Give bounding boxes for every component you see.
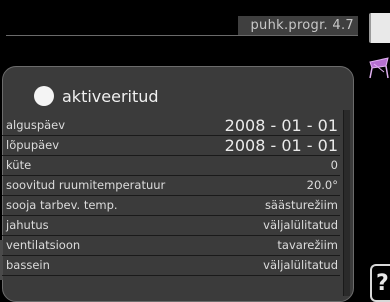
list-item-label: sooja tarbev. temp. [6, 198, 118, 212]
list-item-hot-water[interactable]: sooja tarbev. temp. säästurežiim [2, 196, 340, 216]
list-item-label: alguspäev [6, 118, 66, 132]
list-item-value[interactable]: tavarežiim [277, 238, 338, 252]
list-item-cooling[interactable]: jahutus väljalülitatud [2, 216, 340, 236]
list-item-value[interactable]: 2008 - 01 - 01 [225, 116, 338, 135]
list-item-value[interactable]: väljalülitatud [263, 258, 338, 272]
lounge-chair-icon [369, 57, 389, 79]
list-item-ventilation[interactable]: ventilatsioon tavarežiim [2, 236, 340, 256]
list-item-value[interactable]: 0 [331, 158, 338, 172]
list-item-start-date[interactable]: alguspäev 2008 - 01 - 01 [2, 116, 340, 136]
list-item-label: küte [6, 158, 32, 172]
list-item-label: jahutus [6, 218, 49, 232]
scrollbar[interactable] [343, 110, 350, 296]
list-item-heating[interactable]: küte 0 [2, 156, 340, 176]
activated-label: aktiveeritud [62, 86, 159, 106]
header-divider [6, 35, 358, 36]
list-item-value[interactable]: 20.0° [307, 178, 338, 192]
book-icon [369, 13, 390, 43]
list-item-pool[interactable]: bassein väljalülitatud [2, 256, 340, 276]
settings-list: alguspäev 2008 - 01 - 01 lõpupäev 2008 -… [2, 116, 340, 276]
list-item-label: bassein [6, 258, 50, 272]
list-item-value[interactable]: säästurežiim [265, 198, 338, 212]
list-item-room-temp[interactable]: soovitud ruumitemperatuur 20.0° [2, 176, 340, 196]
radio-icon[interactable] [34, 86, 54, 106]
list-item-end-date[interactable]: lõpupäev 2008 - 01 - 01 [2, 136, 340, 156]
activated-toggle[interactable]: aktiveeritud [34, 85, 159, 107]
list-item-value[interactable]: 2008 - 01 - 01 [225, 136, 338, 155]
list-item-label: lõpupäev [6, 138, 60, 152]
list-item-value[interactable]: väljalülitatud [263, 218, 338, 232]
page-title: puhk.progr. 4.7 [238, 16, 358, 36]
help-icon[interactable]: ? [370, 264, 390, 302]
list-item-label: ventilatsioon [6, 238, 81, 252]
list-item-label: soovitud ruumitemperatuur [6, 178, 166, 192]
